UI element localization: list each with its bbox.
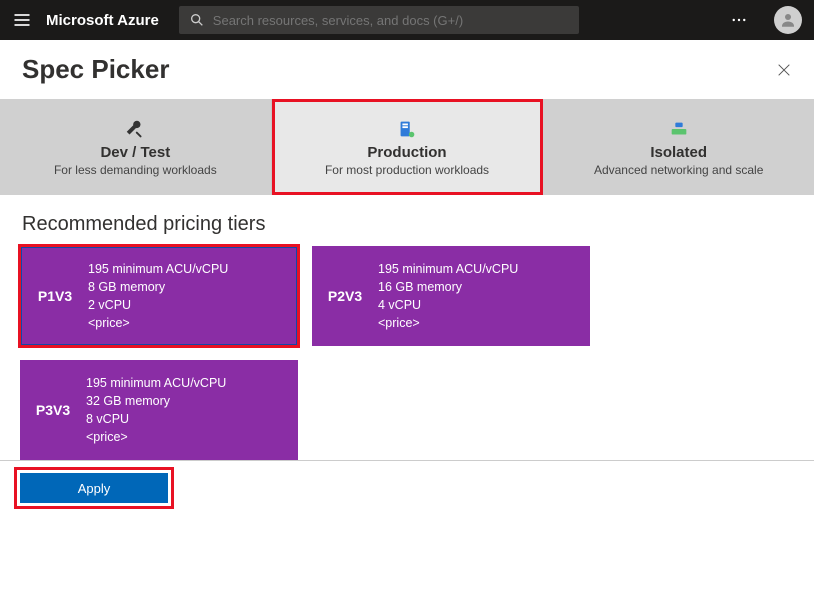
server-icon bbox=[396, 118, 418, 140]
tab-subtitle: Advanced networking and scale bbox=[594, 163, 763, 177]
page-title: Spec Picker bbox=[22, 54, 169, 85]
search-icon bbox=[189, 12, 205, 28]
tier-name: P2V3 bbox=[312, 288, 378, 304]
tier-memory: 8 GB memory bbox=[88, 278, 228, 296]
tier-grid: P1V3 195 minimum ACU/vCPU 8 GB memory 2 … bbox=[0, 246, 814, 460]
user-avatar[interactable] bbox=[774, 6, 802, 34]
tab-title: Isolated bbox=[650, 144, 707, 161]
tier-specs: 195 minimum ACU/vCPU 16 GB memory 4 vCPU… bbox=[378, 260, 518, 333]
tier-name: P1V3 bbox=[22, 288, 88, 304]
footer-bar: Apply bbox=[0, 460, 814, 515]
tier-memory: 16 GB memory bbox=[378, 278, 518, 296]
global-search[interactable] bbox=[179, 6, 579, 34]
section-heading: Recommended pricing tiers bbox=[0, 195, 814, 246]
isolated-icon bbox=[668, 118, 690, 140]
search-input[interactable] bbox=[213, 13, 569, 28]
tier-card-p2v3[interactable]: P2V3 195 minimum ACU/vCPU 16 GB memory 4… bbox=[312, 246, 590, 346]
apply-button[interactable]: Apply bbox=[20, 473, 168, 503]
hamburger-menu-icon[interactable] bbox=[12, 10, 32, 30]
tier-name: P3V3 bbox=[20, 402, 86, 418]
tier-price: <price> bbox=[86, 428, 226, 446]
category-tabs: Dev / Test For less demanding workloads … bbox=[0, 99, 814, 195]
tier-memory: 32 GB memory bbox=[86, 392, 226, 410]
tier-vcpu: 2 vCPU bbox=[88, 296, 228, 314]
tab-isolated[interactable]: Isolated Advanced networking and scale bbox=[543, 99, 814, 195]
tab-title: Production bbox=[367, 144, 446, 161]
tier-vcpu: 8 vCPU bbox=[86, 410, 226, 428]
tier-price: <price> bbox=[88, 314, 228, 332]
tier-specs: 195 minimum ACU/vCPU 32 GB memory 8 vCPU… bbox=[86, 374, 226, 447]
tier-card-p3v3[interactable]: P3V3 195 minimum ACU/vCPU 32 GB memory 8… bbox=[20, 360, 298, 460]
tier-vcpu: 4 vCPU bbox=[378, 296, 518, 314]
tier-specs: 195 minimum ACU/vCPU 8 GB memory 2 vCPU … bbox=[88, 260, 228, 333]
tab-subtitle: For less demanding workloads bbox=[54, 163, 217, 177]
content-scroll-pane[interactable]: Dev / Test For less demanding workloads … bbox=[0, 99, 814, 589]
tier-card-p1v3[interactable]: P1V3 195 minimum ACU/vCPU 8 GB memory 2 … bbox=[20, 246, 298, 346]
tools-icon bbox=[124, 118, 146, 140]
tab-production[interactable]: Production For most production workloads bbox=[272, 99, 544, 195]
brand-title: Microsoft Azure bbox=[46, 12, 159, 29]
page-header: Spec Picker bbox=[0, 40, 814, 99]
tier-acu: 195 minimum ACU/vCPU bbox=[88, 260, 228, 278]
close-icon[interactable] bbox=[776, 62, 792, 78]
more-actions-icon[interactable] bbox=[730, 11, 748, 29]
tab-title: Dev / Test bbox=[100, 144, 170, 161]
tier-acu: 195 minimum ACU/vCPU bbox=[86, 374, 226, 392]
tier-acu: 195 minimum ACU/vCPU bbox=[378, 260, 518, 278]
tab-dev-test[interactable]: Dev / Test For less demanding workloads bbox=[0, 99, 272, 195]
tab-subtitle: For most production workloads bbox=[325, 163, 489, 177]
tier-price: <price> bbox=[378, 314, 518, 332]
top-bar: Microsoft Azure bbox=[0, 0, 814, 40]
